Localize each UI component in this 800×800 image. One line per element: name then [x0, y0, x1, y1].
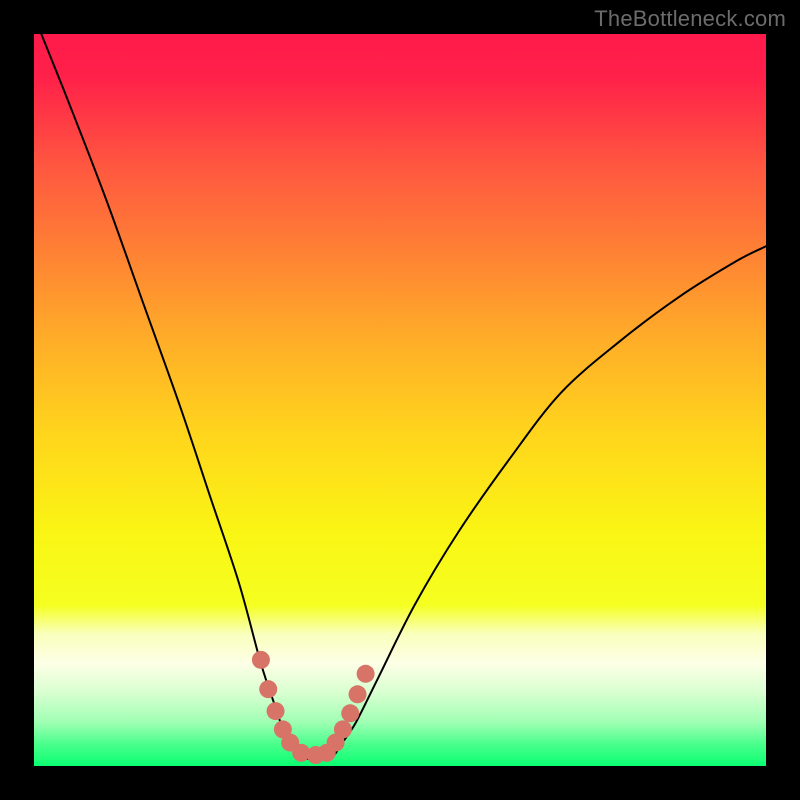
highlight-dot	[341, 704, 359, 722]
highlight-dot	[252, 651, 270, 669]
highlight-dot	[334, 720, 352, 738]
highlight-dot	[349, 685, 367, 703]
bottleneck-plot	[0, 0, 800, 800]
highlight-dot	[259, 680, 277, 698]
highlight-dot	[357, 665, 375, 683]
chart-frame: TheBottleneck.com	[0, 0, 800, 800]
watermark-text: TheBottleneck.com	[594, 6, 786, 32]
plot-background	[34, 34, 766, 766]
highlight-dot	[267, 702, 285, 720]
